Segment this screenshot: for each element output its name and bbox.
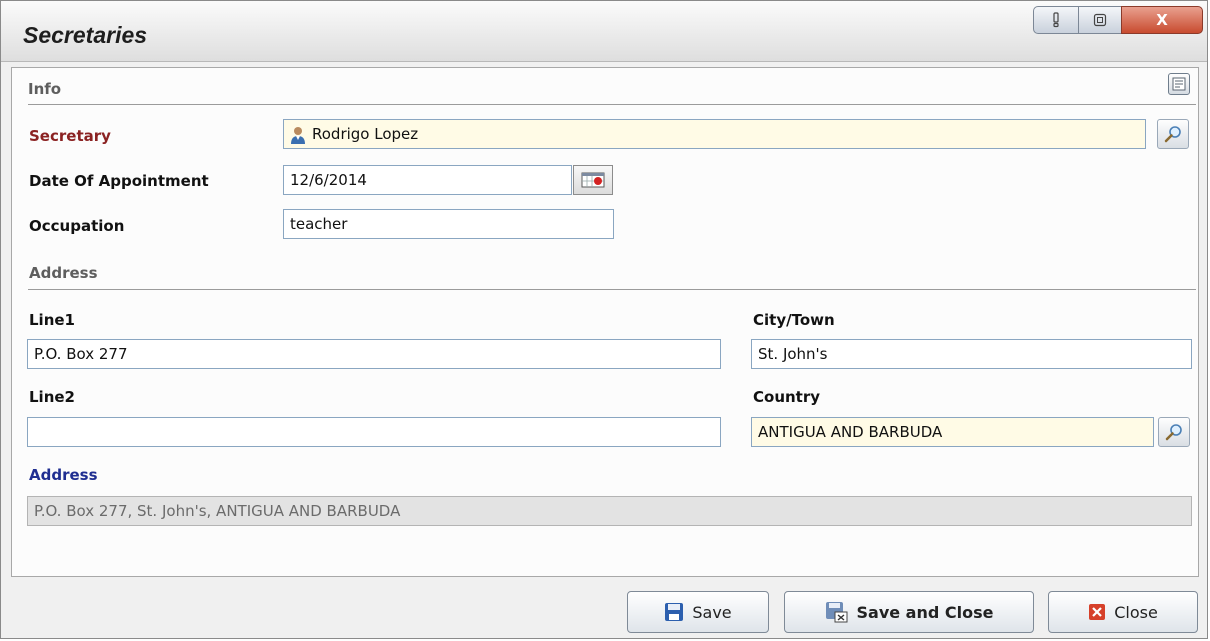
list-form-icon [1172,77,1186,91]
magnifier-icon [1165,424,1182,441]
date-of-appointment-field[interactable]: 12/6/2014 [283,165,572,195]
address-divider [28,289,1196,290]
save-label: Save [692,602,732,622]
occupation-label: Occupation [29,217,125,235]
title-bar: Secretaries X [1,1,1207,62]
help-button[interactable] [1033,6,1079,34]
country-value: ANTIGUA AND BARBUDA [758,423,943,441]
window-title: Secretaries [23,22,148,48]
save-button[interactable]: Save [627,591,769,633]
window-close-button[interactable]: X [1121,6,1203,34]
secretary-field[interactable]: Rodrigo Lopez [283,119,1146,149]
city-value: St. John's [758,345,828,363]
red-close-icon [1089,604,1106,620]
occupation-field[interactable]: teacher [283,209,614,239]
calendar-icon [581,172,605,188]
line2-label: Line2 [29,388,75,406]
city-field[interactable]: St. John's [751,339,1192,369]
full-address-value: P.O. Box 277, St. John's, ANTIGUA AND BA… [34,502,401,520]
date-of-appointment-label: Date Of Appointment [29,172,209,190]
country-label: Country [753,388,821,406]
secretary-value: Rodrigo Lopez [312,125,419,143]
line1-field[interactable]: P.O. Box 277 [27,339,721,369]
floppy-disk-icon [665,603,684,621]
occupation-value: teacher [290,215,348,233]
line1-value: P.O. Box 277 [34,345,128,363]
form-options-button[interactable] [1168,73,1190,95]
line2-field[interactable] [27,417,721,447]
calendar-button[interactable] [573,165,613,195]
full-address-field: P.O. Box 277, St. John's, ANTIGUA AND BA… [27,496,1192,526]
exclamation-icon [1053,12,1059,28]
secretaries-window: Secretaries X Info Secretary Rodrigo Lop… [0,0,1208,639]
close-button[interactable]: Close [1048,591,1198,633]
info-heading: Info [28,80,62,98]
save-and-close-button[interactable]: Save and Close [784,591,1034,633]
country-field[interactable]: ANTIGUA AND BARBUDA [751,417,1154,447]
close-label: Close [1114,602,1158,622]
line1-label: Line1 [29,311,75,329]
person-icon [291,126,305,144]
save-and-close-label: Save and Close [856,602,994,622]
address-heading: Address [29,264,98,282]
restore-button[interactable] [1078,6,1122,34]
country-lookup-button[interactable] [1158,417,1190,447]
date-value: 12/6/2014 [290,171,367,189]
info-divider [28,104,1196,105]
city-label: City/Town [753,311,835,329]
full-address-label: Address [29,466,98,484]
secretary-lookup-button[interactable] [1157,119,1189,149]
magnifier-icon [1164,126,1181,143]
secretary-label: Secretary [29,127,111,145]
close-icon: X [1156,11,1168,29]
floppy-close-icon [825,602,847,623]
restore-icon [1093,13,1107,27]
form-content: Info Secretary Rodrigo Lopez Date Of App… [11,67,1199,577]
